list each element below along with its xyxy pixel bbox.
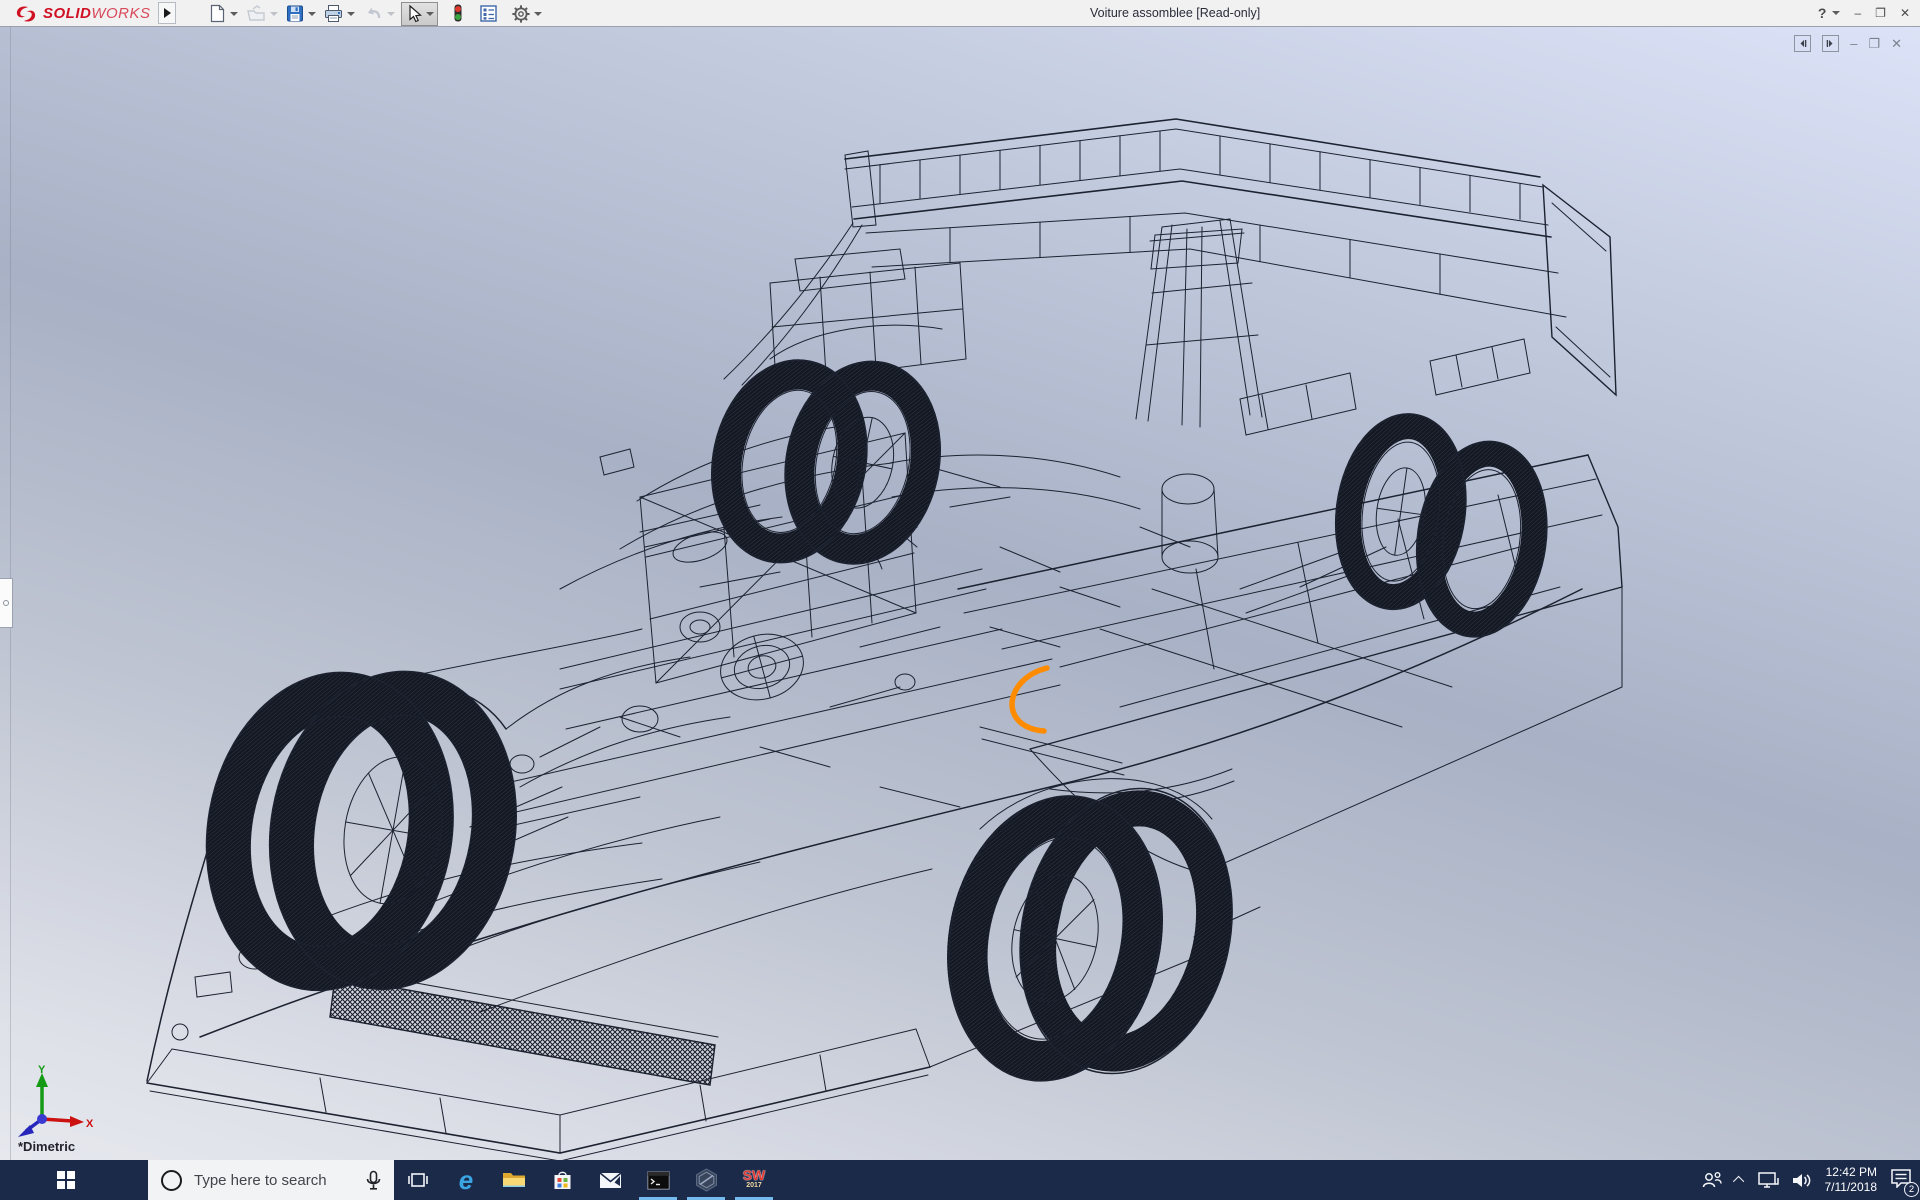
brand-solid: SOLID xyxy=(43,5,91,22)
solidworks-logo: SOLIDWORKS xyxy=(14,2,151,25)
y-axis-label: Y xyxy=(38,1064,46,1076)
options-caret[interactable] xyxy=(534,12,542,16)
open-caret xyxy=(270,12,278,16)
edge-icon: e xyxy=(459,1167,473,1193)
solidworks-icon-year: 2017 xyxy=(743,1181,766,1191)
windows-taskbar: e xyxy=(0,1160,1920,1200)
window-controls: ? – ❐ ✕ xyxy=(1818,0,1910,26)
file-explorer-icon xyxy=(502,1170,526,1190)
save-floppy-icon xyxy=(285,3,305,24)
new-document-icon xyxy=(207,3,227,24)
display-pane-button[interactable] xyxy=(478,3,499,24)
windows-logo-icon xyxy=(57,1171,75,1189)
task-view-button[interactable] xyxy=(394,1160,442,1200)
help-caret[interactable] xyxy=(1832,11,1840,15)
command-prompt-icon xyxy=(647,1171,670,1190)
start-button[interactable] xyxy=(38,1160,94,1200)
new-document-caret[interactable] xyxy=(230,12,238,16)
print-caret[interactable] xyxy=(347,12,355,16)
task-view-icon xyxy=(408,1171,428,1189)
graphics-viewport[interactable]: – ❐ ✕ xyxy=(0,27,1920,1160)
titlebar: SOLIDWORKS xyxy=(0,0,1920,27)
window-title: Voiture assomblee [Read-only] xyxy=(1090,6,1260,20)
search-input[interactable] xyxy=(194,1172,344,1189)
traffic-light-icon xyxy=(450,3,466,24)
list-pane-icon xyxy=(479,4,498,23)
cursor-arrow-icon xyxy=(405,4,423,24)
taskbar-store-button[interactable] xyxy=(538,1160,586,1200)
open-folder-icon xyxy=(245,3,267,24)
tray-date: 7/11/2018 xyxy=(1825,1180,1878,1195)
notification-badge: 2 xyxy=(1904,1182,1919,1197)
network-icon[interactable] xyxy=(1757,1171,1779,1189)
flyout-arrow-icon xyxy=(164,8,171,18)
close-button[interactable]: ✕ xyxy=(1900,6,1910,20)
print-icon xyxy=(323,3,344,24)
action-center-button[interactable]: 2 xyxy=(1890,1168,1912,1193)
taskbar-search-box[interactable] xyxy=(148,1160,394,1200)
brand-works: WORKS xyxy=(91,5,150,22)
taskbar-hexagon-app-button[interactable] xyxy=(682,1160,730,1200)
microphone-icon[interactable] xyxy=(366,1170,381,1191)
print-button[interactable] xyxy=(322,2,356,25)
gear-icon xyxy=(511,4,531,24)
cortana-icon xyxy=(161,1170,182,1191)
tray-time: 12:42 PM xyxy=(1825,1165,1878,1180)
solidworks-2017-icon: SW 2017 xyxy=(743,1170,766,1191)
taskbar-file-explorer-button[interactable] xyxy=(490,1160,538,1200)
x-axis-label: X xyxy=(86,1118,94,1130)
help-button[interactable]: ? xyxy=(1818,5,1827,21)
store-icon xyxy=(552,1170,573,1191)
x-axis-arrow-icon xyxy=(70,1116,84,1127)
toolbar-flyout-button[interactable] xyxy=(158,2,176,24)
undo-arrow-icon xyxy=(362,3,384,24)
taskbar-solidworks-button[interactable]: SW 2017 xyxy=(730,1160,778,1200)
taskbar-app-icons: e xyxy=(394,1160,778,1200)
orientation-triad: Y X xyxy=(8,1063,94,1145)
volume-icon[interactable] xyxy=(1792,1172,1812,1189)
select-tool-button[interactable] xyxy=(401,2,438,26)
options-button[interactable] xyxy=(510,3,543,25)
tray-overflow-chevron-icon[interactable] xyxy=(1732,1176,1743,1187)
new-document-button[interactable] xyxy=(206,2,239,25)
selected-edge-highlight[interactable] xyxy=(1012,668,1047,731)
system-tray: 12:42 PM 7/11/2018 2 xyxy=(1701,1160,1913,1200)
save-caret[interactable] xyxy=(308,12,316,16)
wireframe-car-model[interactable] xyxy=(0,27,1920,1160)
quick-toolbar xyxy=(206,2,548,25)
tray-clock[interactable]: 12:42 PM 7/11/2018 xyxy=(1825,1165,1878,1195)
triad-origin xyxy=(37,1114,47,1124)
hexagon-app-icon xyxy=(695,1168,718,1192)
mail-icon xyxy=(599,1172,622,1189)
ds-logo-icon xyxy=(14,4,38,24)
select-tool-caret[interactable] xyxy=(426,12,434,16)
view-orientation-label: *Dimetric xyxy=(18,1139,75,1154)
minimize-button[interactable]: – xyxy=(1854,6,1861,20)
open-button[interactable] xyxy=(244,2,279,25)
undo-caret xyxy=(387,12,395,16)
undo-button[interactable] xyxy=(361,2,396,25)
taskbar-edge-button[interactable]: e xyxy=(442,1160,490,1200)
brand-text: SOLIDWORKS xyxy=(43,5,151,22)
people-icon[interactable] xyxy=(1701,1171,1723,1189)
view-settings-button[interactable] xyxy=(449,2,467,25)
taskbar-mail-button[interactable] xyxy=(586,1160,634,1200)
save-button[interactable] xyxy=(284,2,317,25)
restore-button[interactable]: ❐ xyxy=(1875,6,1886,20)
taskbar-command-prompt-button[interactable] xyxy=(634,1160,682,1200)
